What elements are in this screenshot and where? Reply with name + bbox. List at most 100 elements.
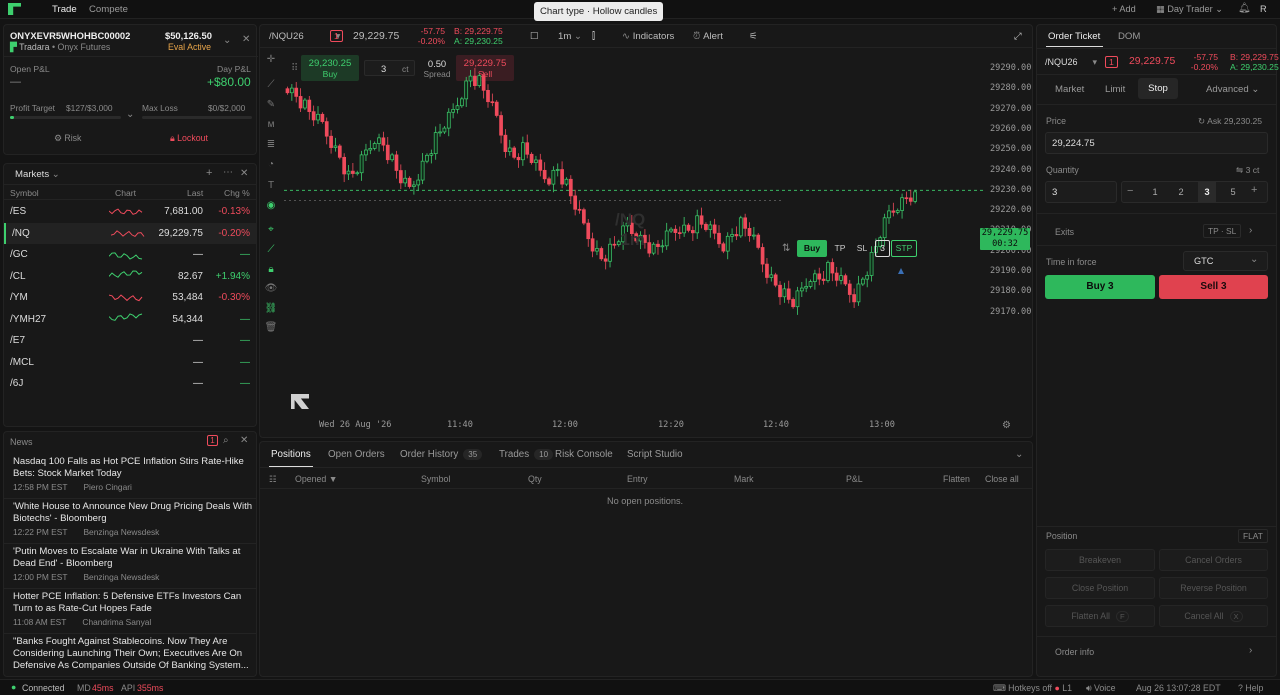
magnet-icon[interactable]: ◉ xyxy=(264,200,278,214)
news-item[interactable]: 'Putin Moves to Escalate War in Ukraine … xyxy=(4,546,256,589)
tab-open-orders[interactable]: Open Orders xyxy=(328,449,385,460)
qty-preset-button[interactable]: 5 xyxy=(1224,182,1242,202)
market-row[interactable]: /E7 — — xyxy=(4,330,256,351)
flatten-button[interactable]: Flatten xyxy=(943,474,970,484)
tab-script-studio[interactable]: Script Studio xyxy=(627,449,683,460)
chevron-down-icon[interactable]: ⌄ xyxy=(126,109,134,120)
close-icon[interactable]: ✕ xyxy=(240,435,248,446)
tab-trades[interactable]: Trades 10 xyxy=(499,449,554,460)
tab-order-history[interactable]: Order History 35 xyxy=(400,449,483,460)
add-button[interactable]: + Add xyxy=(1112,4,1136,14)
expand-icon[interactable]: ⤢ xyxy=(1014,25,1022,47)
price-input[interactable]: 29,224.75 xyxy=(1045,132,1268,154)
market-row[interactable]: /ES 7,681.00 -0.13% xyxy=(4,201,256,222)
avatar[interactable]: R xyxy=(1260,4,1267,14)
fib-icon[interactable]: ≣ xyxy=(264,139,278,153)
visibility-icon[interactable]: 👁︎ xyxy=(264,283,278,297)
lockout-button[interactable]: 🔒︎ Lockout xyxy=(170,133,208,144)
buy-order-button[interactable]: Buy 3 xyxy=(1045,275,1155,299)
ask-reference[interactable]: ↻ Ask 29,230.25 xyxy=(1198,116,1262,127)
order-line-buy[interactable]: Buy xyxy=(797,240,827,257)
market-row[interactable]: /YM 53,484 -0.30% xyxy=(4,287,256,308)
market-row[interactable]: /CL 82.67 +1.94% xyxy=(4,266,256,287)
indicators-button[interactable]: ∿ Indicators xyxy=(622,25,674,47)
ticket-qty-badge[interactable]: 1 xyxy=(1105,56,1118,68)
help-link[interactable]: ? Help xyxy=(1238,683,1263,693)
news-count-badge[interactable]: 1 xyxy=(207,435,218,446)
market-row[interactable]: /YMH27 54,344 — xyxy=(4,309,256,330)
close-icon[interactable]: ✕ xyxy=(240,168,248,179)
market-row[interactable]: /6J — — xyxy=(4,373,256,394)
type-stop[interactable]: Stop xyxy=(1138,78,1178,99)
market-row[interactable]: /MCL — — xyxy=(4,352,256,373)
qty-badge[interactable]: 1 xyxy=(330,30,343,42)
trendline-icon[interactable]: ⟋ xyxy=(264,79,278,93)
chevron-right-icon[interactable]: › xyxy=(1249,645,1252,656)
chevron-right-icon[interactable]: › xyxy=(1249,225,1252,236)
settings-sliders-icon[interactable]: ⚟ xyxy=(749,25,758,47)
app-logo[interactable] xyxy=(8,3,21,15)
link-icon[interactable]: ⛓︎ xyxy=(264,303,278,317)
type-limit[interactable]: Limit xyxy=(1105,84,1125,95)
measure-icon[interactable]: ⌖ xyxy=(264,224,278,238)
tab-compete[interactable]: Compete xyxy=(89,4,128,15)
paint-icon[interactable]: ◔ xyxy=(264,159,278,173)
quantity-input[interactable]: 3 xyxy=(1045,181,1117,203)
risk-button[interactable]: ⚙ Risk xyxy=(54,133,81,144)
collapse-icon[interactable]: ⌄ xyxy=(1015,449,1023,460)
ruler-icon[interactable]: ⟋ xyxy=(264,244,278,258)
trash-icon[interactable]: 🗑︎ xyxy=(264,322,278,336)
news-item[interactable]: Hotter PCE Inflation: 5 Defensive ETFs I… xyxy=(4,591,256,634)
decrement-icon[interactable]: − xyxy=(1127,185,1133,197)
account-chevron-icon[interactable]: ⌄ xyxy=(223,35,231,46)
cancel-orders-button[interactable]: Cancel Orders xyxy=(1159,549,1268,571)
close-position-button[interactable]: Close Position xyxy=(1045,577,1155,599)
more-icon[interactable]: ⋯ xyxy=(223,167,233,178)
markets-title[interactable]: Markets ⌄ xyxy=(15,169,60,180)
flatten-all-button[interactable]: Flatten All F xyxy=(1045,605,1155,627)
qty-preset-button[interactable]: 3 xyxy=(1198,182,1216,202)
type-market[interactable]: Market xyxy=(1055,84,1084,95)
add-icon[interactable]: + xyxy=(206,167,212,179)
timeframe-select[interactable]: 1m ⌄ xyxy=(558,25,582,47)
tab-order-ticket[interactable]: Order Ticket xyxy=(1048,31,1100,42)
voice-toggle[interactable]: 🔊︎ Voice xyxy=(1086,683,1116,694)
ticket-symbol-select[interactable]: /NQU26 ▾ xyxy=(1045,57,1097,68)
cancel-all-button[interactable]: Cancel All X xyxy=(1159,605,1268,627)
qty-preset-button[interactable]: 2 xyxy=(1172,182,1190,202)
reverse-position-button[interactable]: Reverse Position xyxy=(1159,577,1268,599)
order-line-qty[interactable]: 3 xyxy=(875,240,890,257)
chart-settings-icon[interactable]: ⚙ xyxy=(1002,420,1011,431)
notification-icon[interactable]: 🔔︎ xyxy=(1238,3,1251,14)
order-line-tp[interactable]: TP xyxy=(831,240,849,257)
crosshair-icon[interactable]: ✛ xyxy=(264,54,278,68)
columns-icon[interactable]: ☷ xyxy=(269,474,277,485)
tp-sl-chip[interactable]: TP · SL xyxy=(1203,224,1242,238)
layout-select[interactable]: ▦ Day Trader ⌄ xyxy=(1156,4,1223,15)
market-row[interactable]: /NQ 29,229.75 -0.20% xyxy=(4,222,256,244)
text-icon[interactable]: T xyxy=(264,180,278,194)
hotkeys-toggle[interactable]: ⌨ Hotkeys off ● L1 xyxy=(993,683,1072,694)
time-in-force-select[interactable]: GTC ⌄ xyxy=(1183,251,1268,271)
news-item[interactable]: Nasdaq 100 Falls as Hot PCE Inflation St… xyxy=(4,456,256,499)
news-item[interactable]: 'White House to Announce New Drug Pricin… xyxy=(4,501,256,544)
swap-icon[interactable]: ⇅ xyxy=(782,243,790,254)
sell-order-button[interactable]: Sell 3 xyxy=(1159,275,1268,299)
order-line-sl[interactable]: SL xyxy=(853,240,871,257)
candles-icon[interactable]: ⫿ xyxy=(592,25,595,47)
account-id[interactable]: ONYXEVR5WHOHBC00002 xyxy=(10,30,130,41)
close-all-button[interactable]: Close all xyxy=(985,474,1019,484)
layout-toggle-icon[interactable]: ☐ xyxy=(530,25,539,47)
tab-dom[interactable]: DOM xyxy=(1118,31,1140,42)
order-line-stp[interactable]: STP xyxy=(891,240,917,257)
pattern-icon[interactable]: ᴍ xyxy=(264,119,278,133)
tab-positions[interactable]: Positions xyxy=(269,449,313,467)
brush-icon[interactable]: ✎ xyxy=(264,99,278,113)
alert-button[interactable]: ⏰︎ Alert xyxy=(693,25,723,47)
tab-trade[interactable]: Trade xyxy=(52,4,77,15)
news-item[interactable]: "Banks Fought Against Stablecoins. Now T… xyxy=(13,636,253,672)
search-icon[interactable]: ⌕ xyxy=(223,435,229,446)
order-info-link[interactable]: Order info xyxy=(1055,647,1094,657)
breakeven-button[interactable]: Breakeven xyxy=(1045,549,1155,571)
qty-preset-button[interactable]: 1 xyxy=(1146,182,1164,202)
